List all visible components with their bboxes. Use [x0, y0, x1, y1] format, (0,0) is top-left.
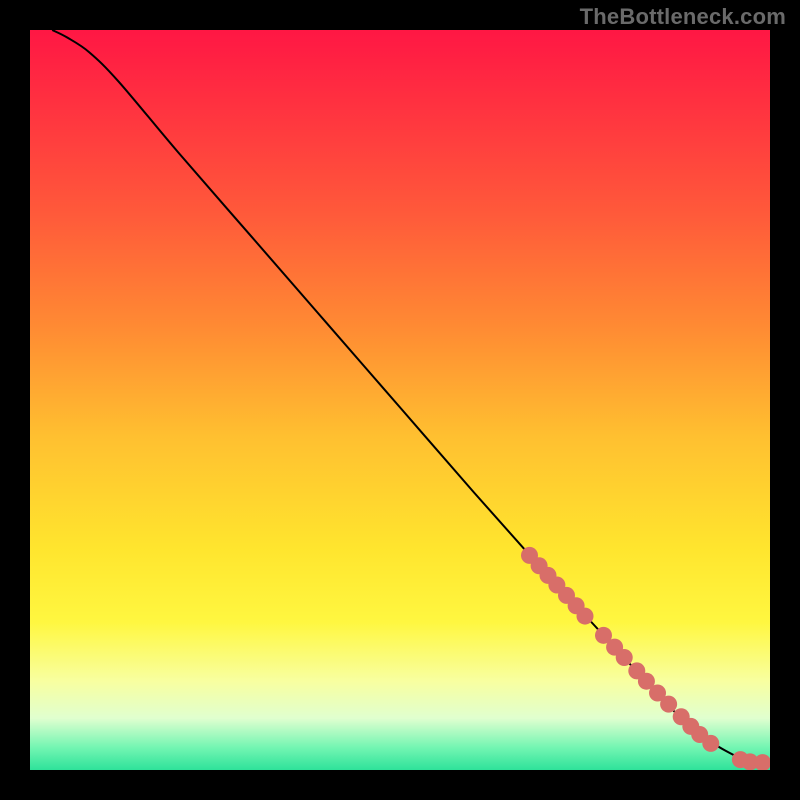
data-dot: [702, 735, 719, 752]
data-dot: [660, 696, 677, 713]
data-dot: [616, 649, 633, 666]
data-dot: [577, 608, 594, 625]
watermark-label: TheBottleneck.com: [580, 4, 786, 30]
heat-gradient-rect: [30, 30, 770, 770]
bottleneck-chart: [30, 30, 770, 770]
chart-frame: TheBottleneck.com: [0, 0, 800, 800]
